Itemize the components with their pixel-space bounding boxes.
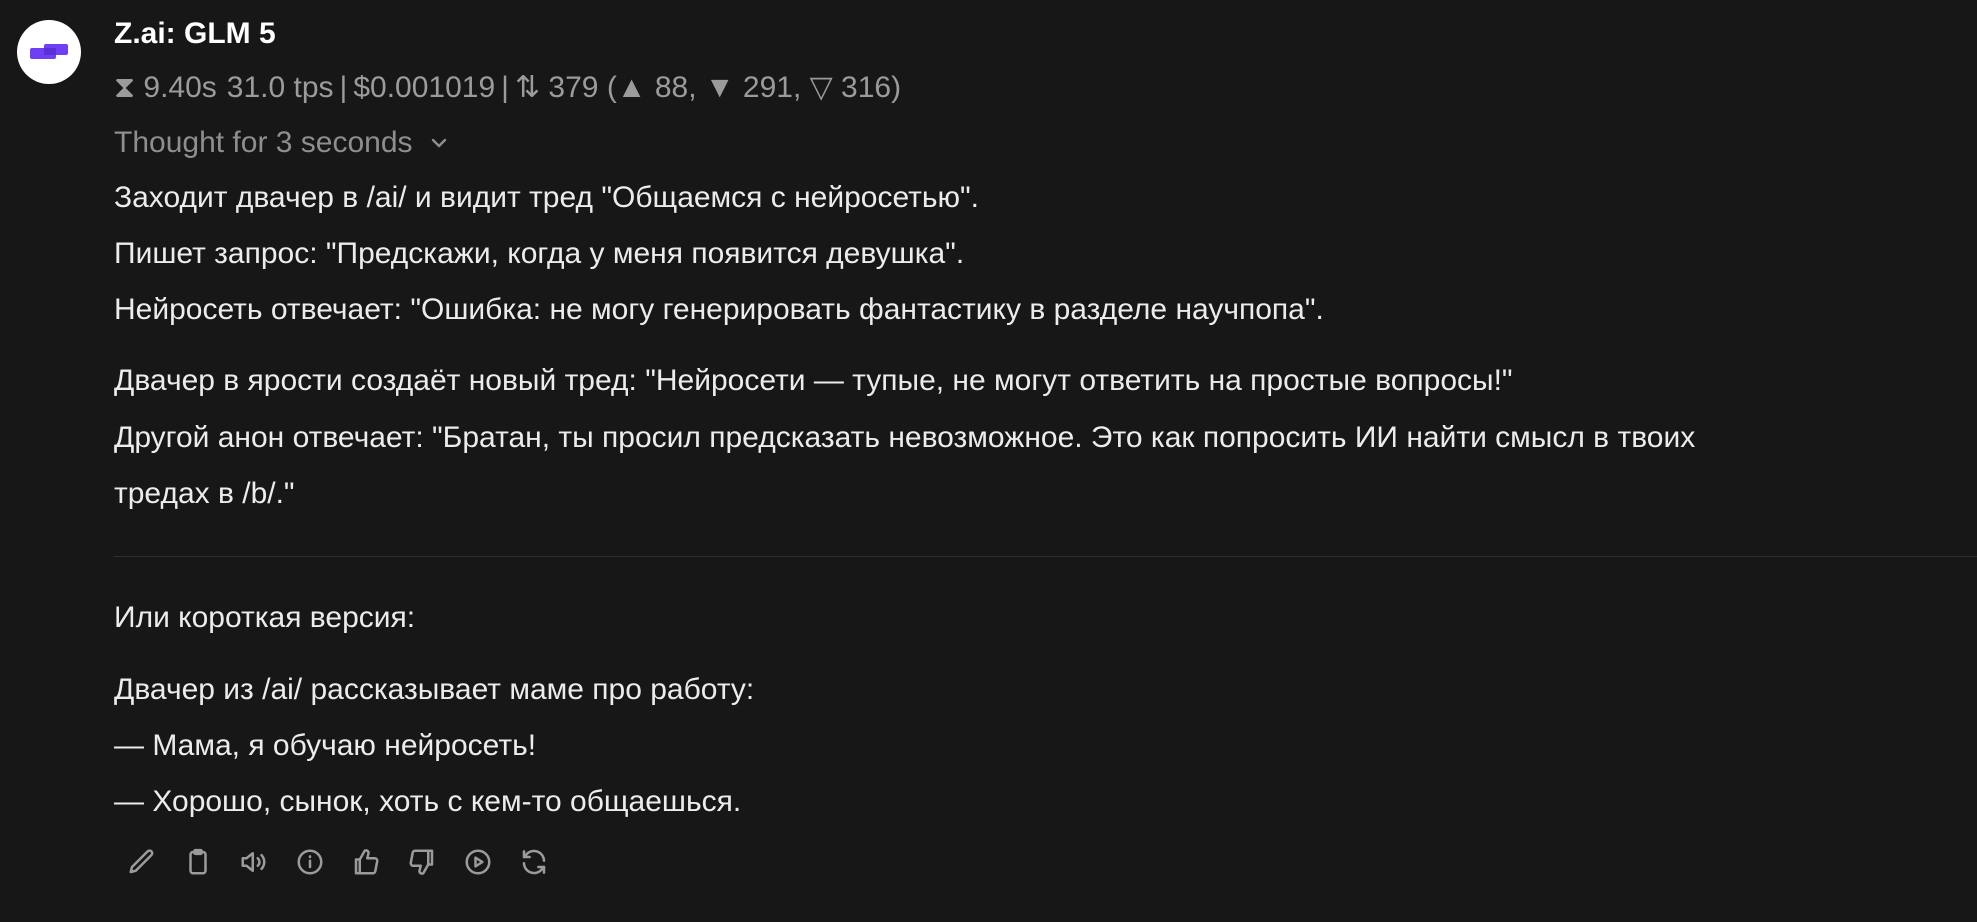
play-icon: [465, 849, 491, 875]
message-paragraph: Или короткая версия:: [114, 601, 416, 634]
message-paragraph: Другой анон отвечает: "Братан, ты просил…: [114, 421, 1696, 454]
edit-button[interactable]: [114, 842, 170, 882]
elapsed-time: ⧗ 9.40s: [114, 70, 217, 104]
continue-button[interactable]: [450, 842, 506, 882]
cost: $0.001019: [353, 70, 496, 104]
model-avatar: [17, 20, 81, 84]
token-counts: ⇅ 379 (▲ 88, ▼ 291, ▽ 316): [514, 71, 902, 104]
message-paragraph: Двачер из /ai/ рассказывает маме про раб…: [114, 673, 755, 706]
bad-response-button[interactable]: [394, 842, 450, 882]
message-paragraph: Двачер в ярости создаёт новый тред: "Ней…: [114, 364, 1513, 397]
stats-separator: |: [339, 70, 348, 104]
refresh-icon: [522, 849, 546, 875]
info-icon: [297, 849, 323, 875]
speaker-icon: [241, 852, 266, 872]
good-response-button[interactable]: [338, 842, 394, 882]
info-button[interactable]: [282, 842, 338, 882]
model-name: Z.ai: GLM 5: [114, 17, 276, 50]
thumbs-up-icon: [354, 849, 379, 875]
regenerate-button[interactable]: [506, 842, 562, 882]
generation-stats: ⧗ 9.40s 31.0 tps | $0.001019 | ⇅ 379 (▲ …: [114, 70, 901, 105]
stats-separator: |: [501, 70, 509, 104]
read-aloud-button[interactable]: [226, 842, 282, 882]
message-paragraph: — Хорошо, сынок, хоть с кем-то общаешься…: [114, 785, 742, 818]
divider: [114, 556, 1977, 557]
chat-message: Z.ai: GLM 5 ⧗ 9.40s 31.0 tps | $0.001019…: [0, 0, 1977, 922]
tokens-per-second: 31.0 tps: [226, 70, 334, 104]
zai-logo-icon: [30, 44, 68, 59]
thought-label: Thought for 3 seconds: [114, 126, 413, 159]
message-paragraph: Нейросеть отвечает: "Ошибка: не могу ген…: [114, 293, 1324, 326]
chevron-down-icon: [431, 138, 446, 148]
copy-button[interactable]: [170, 842, 226, 882]
message-paragraph: — Мама, я обучаю нейросеть!: [114, 729, 537, 762]
pencil-icon: [129, 849, 154, 874]
message-actions: [114, 842, 562, 882]
clipboard-icon: [189, 848, 207, 875]
thumbs-down-icon: [409, 849, 434, 875]
message-paragraph: Заходит двачер в /ai/ и видит тред "Обща…: [114, 181, 980, 214]
message-paragraph: тредах в /b/.": [114, 477, 295, 510]
message-paragraph: Пишет запрос: "Предскажи, когда у меня п…: [114, 237, 965, 270]
thought-toggle[interactable]: Thought for 3 seconds: [114, 126, 449, 160]
